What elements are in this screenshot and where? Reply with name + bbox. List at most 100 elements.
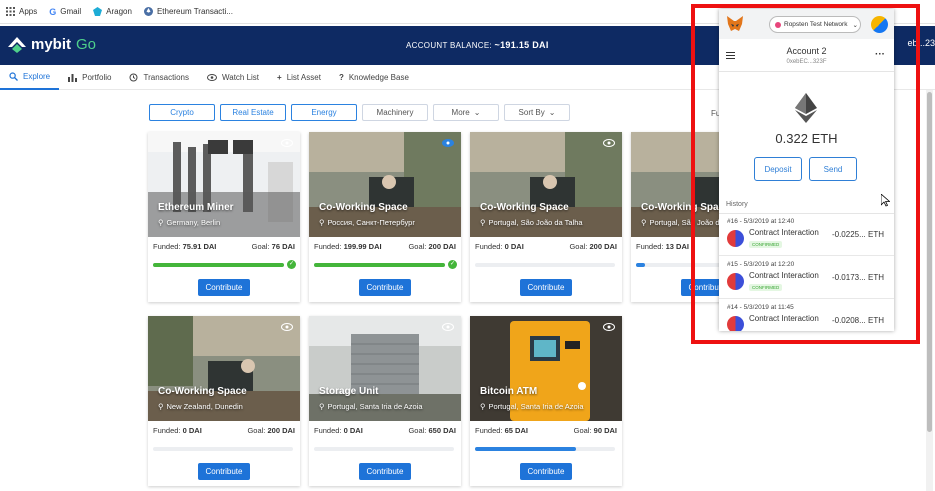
contribute-button[interactable]: Contribute: [520, 279, 572, 296]
goal-value: 650 DAI: [428, 426, 456, 435]
filter-energy[interactable]: Energy: [291, 104, 357, 121]
filter-more[interactable]: More ⌄: [433, 104, 499, 121]
contribute-button[interactable]: Contribute: [359, 463, 411, 480]
asset-card[interactable]: Storage Unit ⚲ Portugal, Santa Iria de Az…: [309, 316, 461, 486]
funded-label: Funded:: [636, 242, 664, 251]
location-pin-icon: ⚲: [319, 402, 325, 411]
asset-image: Co-Working Space ⚲ Portugal, São João da …: [470, 132, 622, 237]
asset-card[interactable]: Co-Working Space ⚲ Portugal, São João da …: [470, 132, 622, 302]
balance-label: ACCOUNT BALANCE:: [406, 41, 493, 50]
plus-icon: +: [277, 72, 282, 82]
tab-portfolio[interactable]: Portfolio: [59, 65, 120, 90]
funding-progress-bar: [153, 263, 284, 267]
tab-knowledge-base[interactable]: ? Knowledge Base: [330, 65, 418, 90]
asset-card[interactable]: Bitcoin ATM ⚲ Portugal, Santa Iria de Azo…: [470, 316, 622, 486]
location-pin-icon: ⚲: [319, 218, 325, 227]
filter-more-label: More: [451, 108, 470, 117]
funded-value: 0 DAI: [182, 426, 202, 435]
watch-eye-icon[interactable]: [281, 139, 293, 147]
tab-transactions[interactable]: Transactions: [120, 65, 198, 90]
goal-value: 200 DAI: [428, 242, 456, 251]
location-text: Россия, Санкт-Петербург: [327, 218, 416, 227]
tab-label: List Asset: [286, 72, 321, 82]
location-text: Portugal, São João da Talha: [488, 218, 583, 227]
sort-by-select[interactable]: Sort By ⌄: [504, 104, 570, 121]
goal-value: 76 DAI: [271, 242, 295, 251]
scrollbar-thumb[interactable]: [927, 92, 932, 432]
watch-eye-icon[interactable]: [442, 139, 454, 147]
goal-value: 200 DAI: [267, 426, 295, 435]
asset-location: ⚲ Germany, Berlin: [158, 218, 220, 227]
tab-label: Explore: [23, 71, 51, 81]
search-icon: [9, 71, 18, 81]
contribute-button[interactable]: Contribute: [359, 279, 411, 296]
asset-card[interactable]: Co-Working Space ⚲ New Zealand, Dunedin F…: [148, 316, 300, 486]
funded-label: Funded:: [475, 242, 503, 251]
location-pin-icon: ⚲: [158, 218, 164, 227]
location-text: New Zealand, Dunedin: [166, 402, 243, 411]
tab-label: Portfolio: [82, 72, 112, 82]
bookmark-ethereum[interactable]: Ethereum Transacti...: [143, 7, 233, 16]
goal-amount: Goal: 76 DAI: [252, 242, 295, 251]
progress-fill: [475, 447, 577, 451]
tab-explore[interactable]: Explore: [0, 65, 60, 90]
asset-title: Co-Working Space: [158, 386, 247, 397]
aragon-icon: [93, 7, 103, 16]
funded-label: Funded:: [314, 242, 342, 251]
funded-amount: Funded: 13 DAI: [636, 242, 689, 251]
location-text: Portugal, Santa Iria de Azoia: [327, 402, 423, 411]
funded-value: 0 DAI: [504, 242, 524, 251]
funded-amount: Funded: 65 DAI: [475, 426, 528, 435]
balance-value: ~191.15 DAI: [494, 40, 549, 50]
goal-amount: Goal: 200 DAI: [569, 242, 617, 251]
filter-machinery[interactable]: Machinery: [362, 104, 428, 121]
tab-label: Knowledge Base: [348, 72, 409, 82]
apps-grid-icon: [6, 7, 15, 16]
funded-value: 13 DAI: [665, 242, 689, 251]
bookmark-aragon[interactable]: Aragon: [93, 7, 132, 16]
asset-title: Ethereum Miner: [158, 202, 234, 213]
progress-fill: [636, 263, 646, 267]
ethereum-icon: [143, 7, 153, 16]
bar-chart-icon: [68, 73, 78, 82]
history-icon: [129, 73, 138, 81]
contribute-button[interactable]: Contribute: [198, 463, 250, 480]
asset-card[interactable]: Ethereum Miner ⚲ Germany, Berlin Funded: …: [148, 132, 300, 302]
asset-location: ⚲ Portugal, Santa Iria de Azoia: [480, 402, 584, 411]
funded-label: Funded:: [475, 426, 503, 435]
asset-location: ⚲ Россия, Санкт-Петербург: [319, 218, 415, 227]
tab-watch-list[interactable]: Watch List: [198, 65, 268, 90]
watch-eye-icon[interactable]: [442, 323, 454, 331]
tab-list-asset[interactable]: + List Asset: [268, 65, 330, 90]
funded-amount: Funded: 0 DAI: [314, 426, 363, 435]
page-scrollbar[interactable]: [926, 90, 933, 491]
funding-progress-bar: [314, 263, 445, 267]
contribute-button[interactable]: Contribute: [198, 279, 250, 296]
contribute-button[interactable]: Contribute: [520, 463, 572, 480]
bookmark-gmail[interactable]: G Gmail: [49, 7, 81, 17]
funded-value: 199.99 DAI: [343, 242, 382, 251]
funded-value: 65 DAI: [504, 426, 528, 435]
logo-suffix: Go: [76, 36, 97, 53]
chevron-down-icon: ⌄: [548, 108, 556, 117]
asset-image: Ethereum Miner ⚲ Germany, Berlin: [148, 132, 300, 237]
logo-text: mybit: [31, 36, 72, 53]
watch-eye-icon[interactable]: [281, 323, 293, 331]
highlight-frame: [691, 4, 920, 344]
watch-eye-icon[interactable]: [603, 139, 615, 147]
watch-eye-icon[interactable]: [603, 323, 615, 331]
location-text: Germany, Berlin: [166, 218, 221, 227]
asset-card[interactable]: Co-Working Space ⚲ Россия, Санкт-Петербур…: [309, 132, 461, 302]
goal-value: 90 DAI: [593, 426, 617, 435]
filter-real-estate[interactable]: Real Estate: [220, 104, 286, 121]
filter-crypto[interactable]: Crypto: [149, 104, 215, 121]
funding-progress-bar: [314, 447, 454, 451]
asset-location: ⚲ Portugal, São João da Talha: [480, 218, 583, 227]
bookmark-label: Gmail: [60, 7, 82, 16]
funded-value: 0 DAI: [343, 426, 363, 435]
tab-label: Watch List: [221, 72, 260, 82]
goal-label: Goal:: [573, 426, 592, 435]
bookmark-apps[interactable]: Apps: [6, 7, 37, 16]
goal-amount: Goal: 90 DAI: [574, 426, 617, 435]
logo[interactable]: mybit Go: [8, 36, 96, 53]
